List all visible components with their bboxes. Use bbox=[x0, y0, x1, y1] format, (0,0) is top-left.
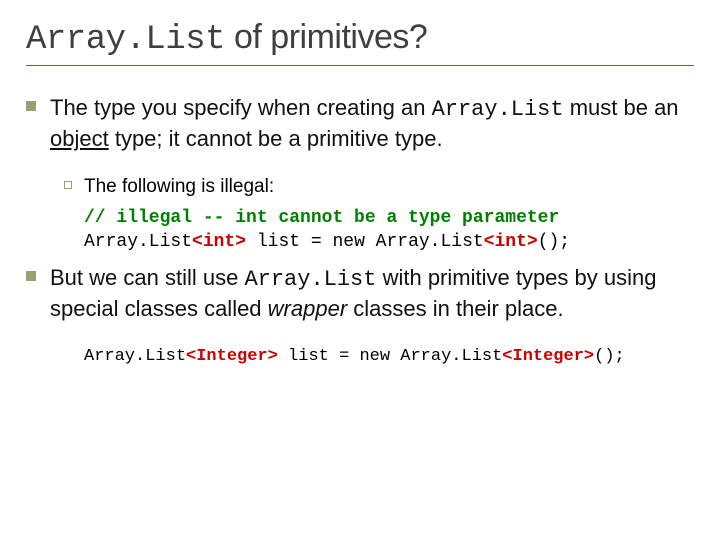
code1-c: list = new Array.List bbox=[246, 232, 484, 252]
code2-a: Array.List bbox=[84, 347, 186, 366]
bullet-1-text: The type you specify when creating an Ar… bbox=[50, 94, 694, 153]
b1-underlined: object bbox=[50, 126, 109, 151]
code2-b: <Integer> bbox=[186, 347, 278, 366]
b1-code: Array.List bbox=[432, 97, 564, 122]
code1-e: (); bbox=[538, 232, 570, 252]
code2-d: <Integer> bbox=[502, 347, 594, 366]
title-code: Array.List bbox=[26, 21, 225, 59]
slide-content: The type you specify when creating an Ar… bbox=[26, 66, 694, 369]
slide-title: Array.List of primitives? bbox=[26, 18, 694, 66]
code-block-2: Array.List<Integer> list = new Array.Lis… bbox=[84, 346, 694, 369]
code-block-1: // illegal -- int cannot be a type param… bbox=[84, 206, 694, 255]
bullet-2: But we can still use Array.List with pri… bbox=[26, 264, 694, 323]
bullet-2-text: But we can still use Array.List with pri… bbox=[50, 264, 694, 323]
b2-pre: But we can still use bbox=[50, 265, 244, 290]
square-bullet-icon bbox=[26, 101, 36, 111]
hollow-square-bullet-icon bbox=[64, 181, 72, 189]
b2-post: classes in their place. bbox=[347, 296, 563, 321]
b2-italic: wrapper bbox=[268, 296, 347, 321]
b1-post: type; it cannot be a primitive type. bbox=[109, 126, 443, 151]
code1-b: <int> bbox=[192, 232, 246, 252]
b2-code: Array.List bbox=[244, 267, 376, 292]
bullet-1: The type you specify when creating an Ar… bbox=[26, 94, 694, 153]
code2-e: (); bbox=[594, 347, 625, 366]
code2-c: list = new Array.List bbox=[278, 347, 502, 366]
square-bullet-icon bbox=[26, 271, 36, 281]
title-rest: of primitives? bbox=[225, 18, 427, 56]
code1-comment: // illegal -- int cannot be a type param… bbox=[84, 208, 559, 228]
sub-bullet-1: The following is illegal: bbox=[64, 175, 694, 200]
code1-d: <int> bbox=[484, 232, 538, 252]
sub-bullet-1-text: The following is illegal: bbox=[84, 175, 274, 200]
code1-a: Array.List bbox=[84, 232, 192, 252]
b1-mid: must be an bbox=[564, 95, 679, 120]
b1-pre: The type you specify when creating an bbox=[50, 95, 432, 120]
